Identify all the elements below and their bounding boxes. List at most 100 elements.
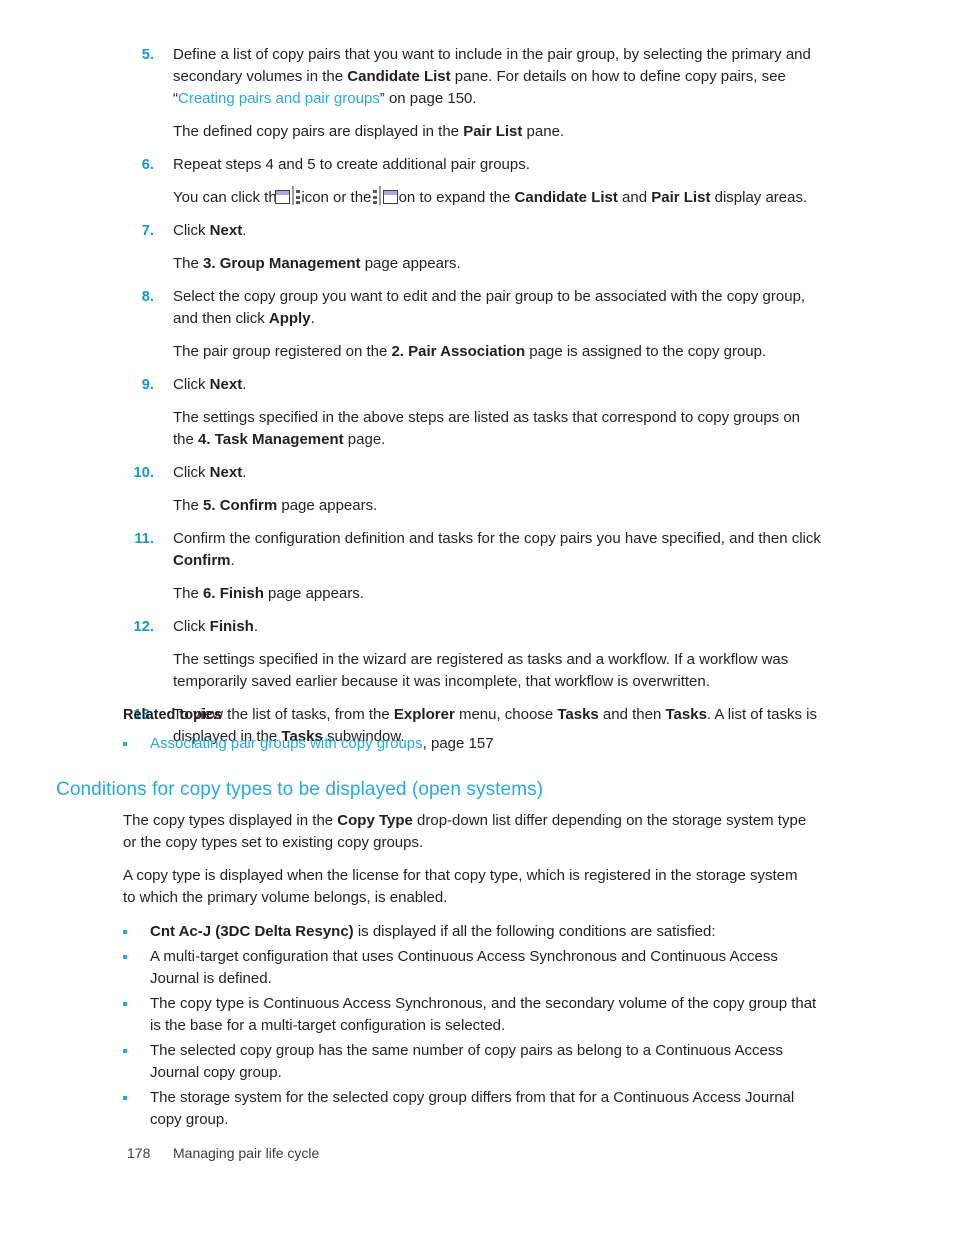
body-text: The storage system for the selected copy…: [150, 1089, 795, 1128]
body-text: Click: [173, 376, 210, 394]
cross-reference-link[interactable]: Associating pair groups with copy groups: [150, 735, 423, 752]
emphasis-text: Pair List: [463, 123, 523, 140]
bullet-text: Cnt Ac-J (3DC Delta Resync) is displayed…: [150, 921, 823, 943]
step-number: 7.: [141, 223, 154, 240]
body-text: .: [242, 376, 247, 394]
bullet-icon: [123, 1087, 133, 1109]
emphasis-text: 4. Task Management: [198, 431, 344, 449]
body-text: Click: [173, 464, 210, 482]
procedure-step: 8. Select the copy group you want to edit…: [0, 286, 954, 330]
body-text: page appears.: [360, 255, 461, 273]
bullet-text: The storage system for the selected copy…: [150, 1087, 823, 1131]
step-number: 9.: [141, 377, 154, 394]
emphasis-text: Next: [209, 222, 243, 240]
step-result-text: The pair group registered on the 2. Pair…: [173, 341, 823, 363]
emphasis-text: Tasks: [665, 706, 707, 724]
emphasis-text: Confirm: [173, 552, 231, 570]
step-result-text: The 5. Confirm page appears.: [173, 495, 823, 517]
step-text: Click Next.: [173, 374, 823, 396]
emphasis-text: Cnt Ac-J (3DC Delta Resync): [150, 923, 354, 940]
step-text: Click Next.: [173, 220, 823, 242]
procedure-step: 12. Click Finish.: [0, 616, 954, 638]
section-body: The copy types displayed in the Copy Typ…: [123, 810, 823, 1134]
step-text: Click Next.: [173, 462, 823, 484]
emphasis-text: 5. Confirm: [203, 497, 278, 515]
step-number: 10.: [133, 465, 154, 482]
procedure-step-list: 5. Define a list of copy pairs that you w…: [0, 44, 954, 762]
emphasis-text: Next: [209, 376, 243, 394]
step-result-text: You can click the icon or the icon to ex…: [173, 185, 823, 209]
cross-reference-link[interactable]: Creating pairs and pair groups: [178, 90, 380, 107]
emphasis-text: 6. Finish: [203, 585, 264, 603]
emphasis-text: Finish: [209, 618, 254, 636]
related-topics-heading: Related topics: [123, 707, 223, 723]
emphasis-text: 3. Group Management: [203, 255, 361, 273]
body-text: .: [242, 464, 247, 482]
step-result-text: The settings specified in the above step…: [173, 407, 823, 451]
body-text: icon or the: [297, 189, 376, 206]
procedure-step: 11. Confirm the configuration definition …: [0, 528, 954, 572]
body-text: and: [617, 189, 652, 206]
body-text: and then: [598, 706, 666, 724]
body-text: is displayed if all the following condit…: [353, 923, 716, 940]
body-text: Repeat steps 4 and 5 to create additiona…: [173, 156, 530, 173]
emphasis-text: Pair List: [651, 189, 711, 206]
footer-chapter-title: Managing pair life cycle: [173, 1145, 320, 1161]
body-text: page is assigned to the copy group.: [525, 343, 767, 361]
bullet-icon: [123, 921, 133, 943]
expand-pair-list-icon: [372, 185, 398, 207]
body-text: pane.: [522, 123, 565, 140]
document-page: 5. Define a list of copy pairs that you w…: [0, 0, 954, 1235]
body-text: The: [173, 255, 204, 273]
step-text: Confirm the configuration definition and…: [173, 528, 823, 572]
body-text: The: [173, 497, 204, 515]
step-result-text: The defined copy pairs are displayed in …: [173, 121, 823, 143]
section-paragraph: A copy type is displayed when the licens…: [123, 865, 813, 909]
footer-page-number: 178: [127, 1145, 151, 1161]
emphasis-text: Explorer: [393, 706, 455, 724]
bullet-icon: [123, 1040, 133, 1062]
body-text: menu, choose: [454, 706, 558, 724]
bullet-icon: [123, 993, 133, 1015]
body-text: Click: [173, 222, 210, 240]
bullet-text: A multi-target configuration that uses C…: [150, 946, 823, 990]
body-text: The copy types displayed in the: [123, 812, 338, 829]
body-text: A multi-target configuration that uses C…: [150, 948, 778, 987]
body-text: Select the copy group you want to edit a…: [173, 288, 806, 328]
body-text: .: [310, 310, 315, 328]
condition-item: Cnt Ac-J (3DC Delta Resync) is displayed…: [123, 921, 823, 943]
step-result-text: The settings specified in the wizard are…: [173, 649, 823, 693]
condition-item: The copy type is Continuous Access Synch…: [123, 993, 823, 1037]
body-text: Confirm the configuration definition and…: [173, 530, 821, 548]
condition-item: The storage system for the selected copy…: [123, 1087, 823, 1131]
procedure-step: 5. Define a list of copy pairs that you w…: [0, 44, 954, 110]
section-paragraph: The copy types displayed in the Copy Typ…: [123, 810, 813, 854]
body-text: The defined copy pairs are displayed in …: [173, 123, 464, 140]
conditions-list: Cnt Ac-J (3DC Delta Resync) is displayed…: [123, 921, 823, 1131]
step-text: Click Finish.: [173, 616, 823, 638]
condition-item: A multi-target configuration that uses C…: [123, 946, 823, 990]
bullet-icon: [123, 733, 133, 755]
body-text: ” on page 150.: [379, 90, 477, 107]
body-text: .: [253, 618, 259, 636]
body-text: page appears.: [263, 585, 364, 603]
bullet-text: The copy type is Continuous Access Synch…: [150, 993, 823, 1037]
emphasis-text: Next: [209, 464, 243, 482]
related-topic-item: Associating pair groups with copy groups…: [123, 733, 823, 755]
step-text: Select the copy group you want to edit a…: [173, 286, 823, 330]
emphasis-text: Tasks: [557, 706, 599, 724]
body-text: .: [230, 552, 235, 570]
body-text: icon to expand the: [383, 189, 515, 206]
body-text: You can click the: [173, 189, 290, 206]
body-text: The selected copy group has the same num…: [150, 1042, 783, 1081]
bullet-text: Associating pair groups with copy groups…: [150, 733, 823, 755]
procedure-step: 7. Click Next.: [0, 220, 954, 242]
section-paragraphs: The copy types displayed in the Copy Typ…: [123, 810, 823, 909]
body-text: page appears.: [277, 497, 378, 515]
body-text: A copy type is displayed when the licens…: [123, 867, 798, 906]
emphasis-text: 2. Pair Association: [391, 343, 526, 361]
step-number: 8.: [141, 289, 154, 306]
step-result-text: The 6. Finish page appears.: [173, 583, 823, 605]
emphasis-text: Copy Type: [337, 812, 413, 829]
procedure-step: 9. Click Next.: [0, 374, 954, 396]
